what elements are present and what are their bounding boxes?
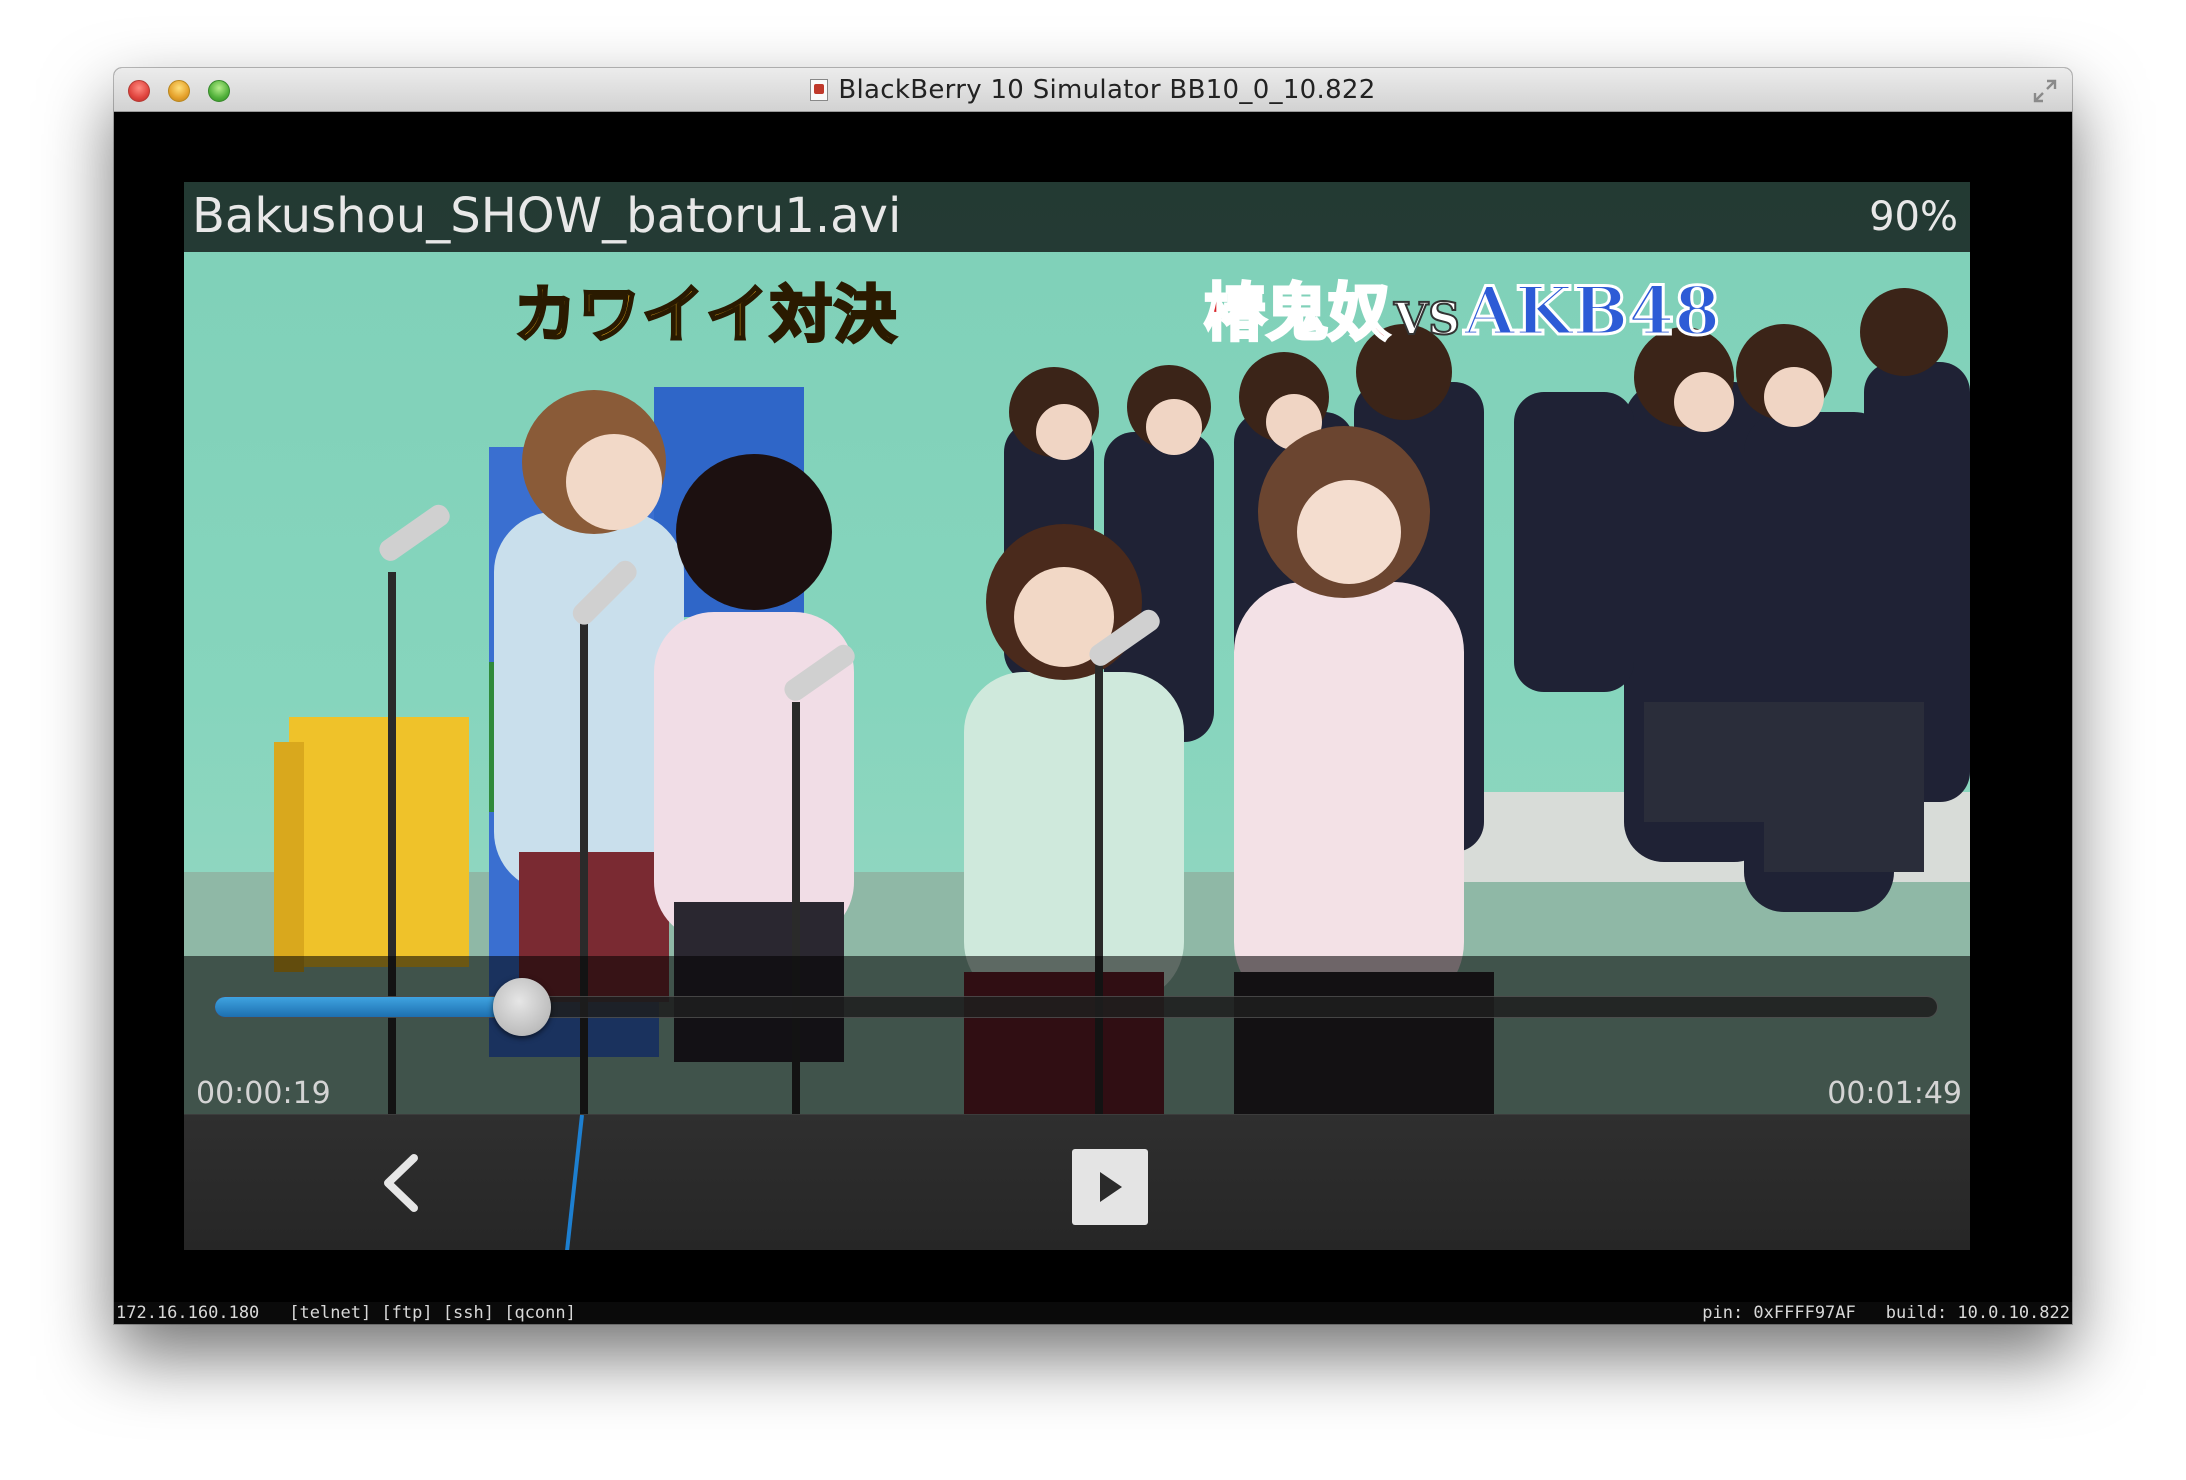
total-duration: 00:01:49 [1827, 1076, 1962, 1111]
status-right: pin: 0xFFFF97AF build: 10.0.10.822 [1702, 1303, 2070, 1323]
chevron-left-icon [384, 1154, 418, 1212]
caption-part-c: AKB48 [1462, 271, 1721, 352]
video-surface[interactable]: カワイイ対決 椿鬼奴VSAKB48 Bakushou_SHOW_batoru1.… [184, 182, 1970, 1114]
caption-part-b: VS [1393, 293, 1461, 346]
progress-track[interactable] [214, 978, 1938, 1036]
simulator-window: BlackBerry 10 Simulator BB10_0_10.822 カワ… [114, 68, 2072, 1324]
device-screen: カワイイ対決 椿鬼奴VSAKB48 Bakushou_SHOW_batoru1.… [184, 182, 1970, 1250]
window-title: BlackBerry 10 Simulator BB10_0_10.822 [838, 75, 1376, 105]
video-caption-right: 椿鬼奴VSAKB48 [1202, 262, 1721, 352]
video-filename: Bakushou_SHOW_batoru1.avi [192, 188, 902, 244]
ip-address: 172.16.160.180 [116, 1303, 260, 1323]
build-number: build: 10.0.10.822 [1885, 1303, 2070, 1323]
services-list: [telnet] [ftp] [ssh] [qconn] [289, 1303, 576, 1323]
caption-part-a: 椿鬼奴 [1202, 275, 1391, 351]
play-icon [1100, 1172, 1122, 1202]
scrubber-panel: 00:00:19 00:01:49 [184, 956, 1970, 1114]
player-title-bar: Bakushou_SHOW_batoru1.avi 90% [184, 182, 1970, 252]
video-caption-left: カワイイ対決 [512, 277, 899, 353]
device-pin: pin: 0xFFFF97AF [1702, 1303, 1856, 1323]
status-left: 172.16.160.180 [telnet] [ftp] [ssh] [qcon… [116, 1303, 576, 1323]
progress-fill [215, 997, 522, 1017]
action-bar-divider [565, 1115, 584, 1250]
seek-handle[interactable] [492, 978, 551, 1036]
window-title-group: BlackBerry 10 Simulator BB10_0_10.822 [114, 68, 2072, 112]
current-time: 00:00:19 [196, 1076, 331, 1111]
play-button[interactable] [1072, 1149, 1148, 1225]
battery-level: 90% [1869, 194, 1958, 240]
fullscreen-icon[interactable] [2032, 78, 2058, 104]
action-bar [184, 1114, 1970, 1250]
title-bar[interactable]: BlackBerry 10 Simulator BB10_0_10.822 [114, 68, 2072, 112]
app-icon [810, 79, 829, 101]
simulator-status-bar: 172.16.160.180 [telnet] [ftp] [ssh] [qcon… [114, 1302, 2072, 1324]
back-button[interactable] [354, 1137, 446, 1229]
